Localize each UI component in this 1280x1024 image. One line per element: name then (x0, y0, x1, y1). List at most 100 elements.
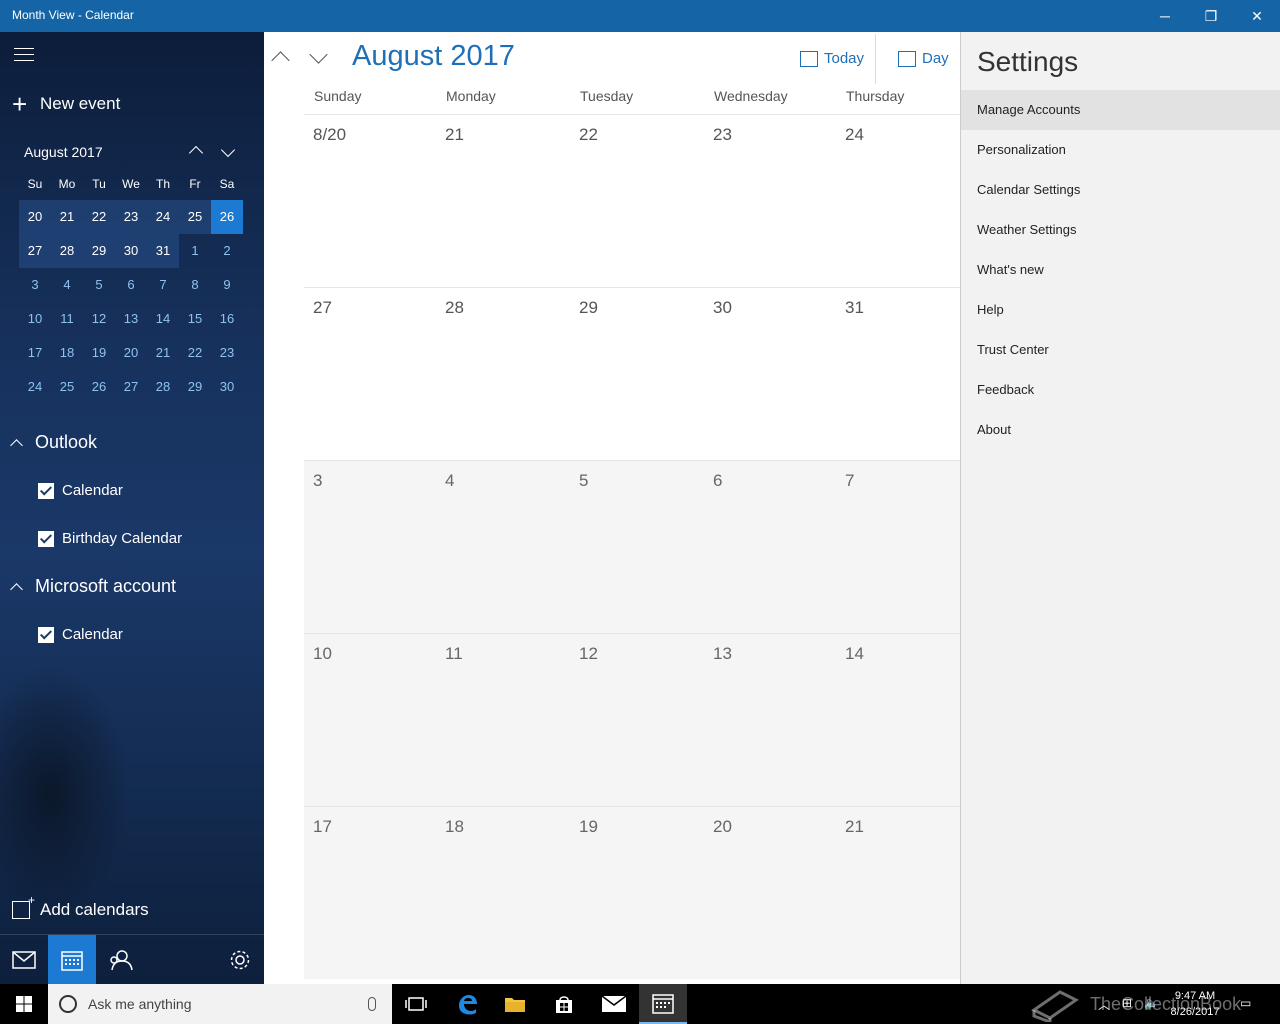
day-cell[interactable]: 8/20 (304, 115, 436, 288)
mini-calendar-day[interactable]: 24 (19, 370, 51, 404)
day-cell[interactable]: 29 (570, 288, 704, 461)
day-cell[interactable]: 4 (436, 461, 570, 634)
maximize-button[interactable]: ❐ (1188, 0, 1234, 32)
day-cell[interactable]: 18 (436, 807, 570, 980)
start-button[interactable] (0, 984, 48, 1024)
settings-item[interactable]: Weather Settings (961, 210, 1280, 250)
mini-calendar-day[interactable]: 23 (115, 200, 147, 234)
mini-next-month-button[interactable] (216, 142, 240, 162)
mini-calendar-day[interactable]: 14 (147, 302, 179, 336)
day-cell[interactable]: 21 (836, 807, 950, 980)
mini-calendar-day[interactable]: 29 (83, 234, 115, 268)
mini-calendar-day[interactable]: 10 (19, 302, 51, 336)
microphone-icon[interactable] (368, 997, 376, 1011)
day-cell[interactable]: 21 (436, 115, 570, 288)
mini-calendar-day[interactable]: 2 (211, 234, 243, 268)
day-cell[interactable]: 12 (570, 634, 704, 807)
day-cell[interactable]: 30 (704, 288, 836, 461)
settings-item[interactable]: Help (961, 290, 1280, 330)
new-event-button[interactable]: + New event (12, 91, 120, 117)
mail-taskbar-button[interactable] (590, 984, 638, 1024)
settings-button[interactable] (216, 935, 264, 984)
mini-calendar-day[interactable]: 7 (147, 268, 179, 302)
edge-app-button[interactable] (443, 984, 491, 1024)
day-cell[interactable]: 7 (836, 461, 950, 634)
people-app-button[interactable] (96, 935, 144, 984)
settings-item[interactable]: What's new (961, 250, 1280, 290)
mini-calendar-day[interactable]: 17 (19, 336, 51, 370)
mini-calendar-day[interactable]: 21 (147, 336, 179, 370)
mini-calendar-day[interactable]: 21 (51, 200, 83, 234)
day-cell[interactable]: 20 (704, 807, 836, 980)
day-cell[interactable]: 22 (570, 115, 704, 288)
day-cell[interactable]: 28 (436, 288, 570, 461)
mini-calendar-day[interactable]: 24 (147, 200, 179, 234)
mini-calendar-day[interactable]: 16 (211, 302, 243, 336)
mini-calendar-day[interactable]: 5 (83, 268, 115, 302)
task-view-button[interactable] (392, 984, 440, 1024)
settings-item[interactable]: Feedback (961, 370, 1280, 410)
mini-calendar-day[interactable]: 12 (83, 302, 115, 336)
mini-calendar-day[interactable]: 13 (115, 302, 147, 336)
checkbox-checked-icon[interactable] (38, 482, 54, 499)
mini-calendar-month[interactable]: August 2017 (24, 144, 103, 160)
calendar-app-button[interactable] (48, 935, 96, 984)
day-cell[interactable]: 10 (304, 634, 436, 807)
mini-calendar-day[interactable]: 30 (115, 234, 147, 268)
mini-calendar-day[interactable]: 22 (179, 336, 211, 370)
cortana-search-box[interactable]: Ask me anything (48, 984, 392, 1024)
mini-calendar-day[interactable]: 26 (83, 370, 115, 404)
day-cell[interactable]: 23 (704, 115, 836, 288)
checkbox-checked-icon[interactable] (38, 530, 54, 547)
settings-item[interactable]: Calendar Settings (961, 170, 1280, 210)
day-cell[interactable]: 27 (304, 288, 436, 461)
mini-calendar-day[interactable]: 23 (211, 336, 243, 370)
mini-calendar-day[interactable]: 15 (179, 302, 211, 336)
day-cell[interactable]: 14 (836, 634, 950, 807)
settings-item[interactable]: Manage Accounts (961, 90, 1280, 130)
day-cell[interactable]: 6 (704, 461, 836, 634)
group-outlook[interactable]: Outlook (10, 432, 97, 453)
mini-calendar-day[interactable]: 28 (147, 370, 179, 404)
mini-calendar-day[interactable]: 27 (19, 234, 51, 268)
mini-calendar-day[interactable]: 18 (51, 336, 83, 370)
day-cell[interactable]: 13 (704, 634, 836, 807)
day-cell[interactable]: 3 (304, 461, 436, 634)
calendar-item-birthday[interactable]: Birthday Calendar (38, 530, 182, 547)
day-view-button[interactable]: Day (898, 50, 949, 67)
minimize-button[interactable]: ─ (1142, 0, 1188, 32)
mini-calendar-day[interactable]: 3 (19, 268, 51, 302)
mini-calendar-day[interactable]: 4 (51, 268, 83, 302)
mini-calendar-day[interactable]: 28 (51, 234, 83, 268)
close-button[interactable]: ✕ (1234, 0, 1280, 32)
month-title[interactable]: August 2017 (352, 40, 515, 73)
mini-calendar-day[interactable]: 11 (51, 302, 83, 336)
action-center-icon[interactable]: ▭ (1240, 996, 1251, 1010)
mini-calendar-day[interactable]: 27 (115, 370, 147, 404)
day-cell[interactable]: 31 (836, 288, 950, 461)
today-button[interactable]: Today (800, 50, 864, 67)
mini-calendar-day[interactable]: 20 (115, 336, 147, 370)
day-cell[interactable]: 11 (436, 634, 570, 807)
mini-calendar-day[interactable]: 19 (83, 336, 115, 370)
calendar-item-ms-calendar[interactable]: Calendar (38, 626, 123, 643)
day-cell[interactable]: 17 (304, 807, 436, 980)
day-cell[interactable]: 24 (836, 115, 950, 288)
day-cell[interactable]: 19 (570, 807, 704, 980)
checkbox-checked-icon[interactable] (38, 626, 54, 643)
mini-calendar-day[interactable]: 22 (83, 200, 115, 234)
mini-calendar-day[interactable]: 25 (51, 370, 83, 404)
calendar-taskbar-button[interactable] (639, 984, 687, 1024)
settings-item[interactable]: About (961, 410, 1280, 450)
calendar-item-outlook-calendar[interactable]: Calendar (38, 482, 123, 499)
next-month-button[interactable] (309, 45, 328, 66)
day-cell[interactable]: 5 (570, 461, 704, 634)
add-calendars-button[interactable]: Add calendars (12, 893, 149, 920)
mini-calendar-day[interactable]: 9 (211, 268, 243, 302)
mini-calendar-day[interactable]: 29 (179, 370, 211, 404)
mini-calendar-day[interactable]: 25 (179, 200, 211, 234)
mini-calendar-day[interactable]: 31 (147, 234, 179, 268)
mail-app-button[interactable] (0, 935, 48, 984)
store-app-button[interactable] (540, 984, 588, 1024)
settings-item[interactable]: Trust Center (961, 330, 1280, 370)
